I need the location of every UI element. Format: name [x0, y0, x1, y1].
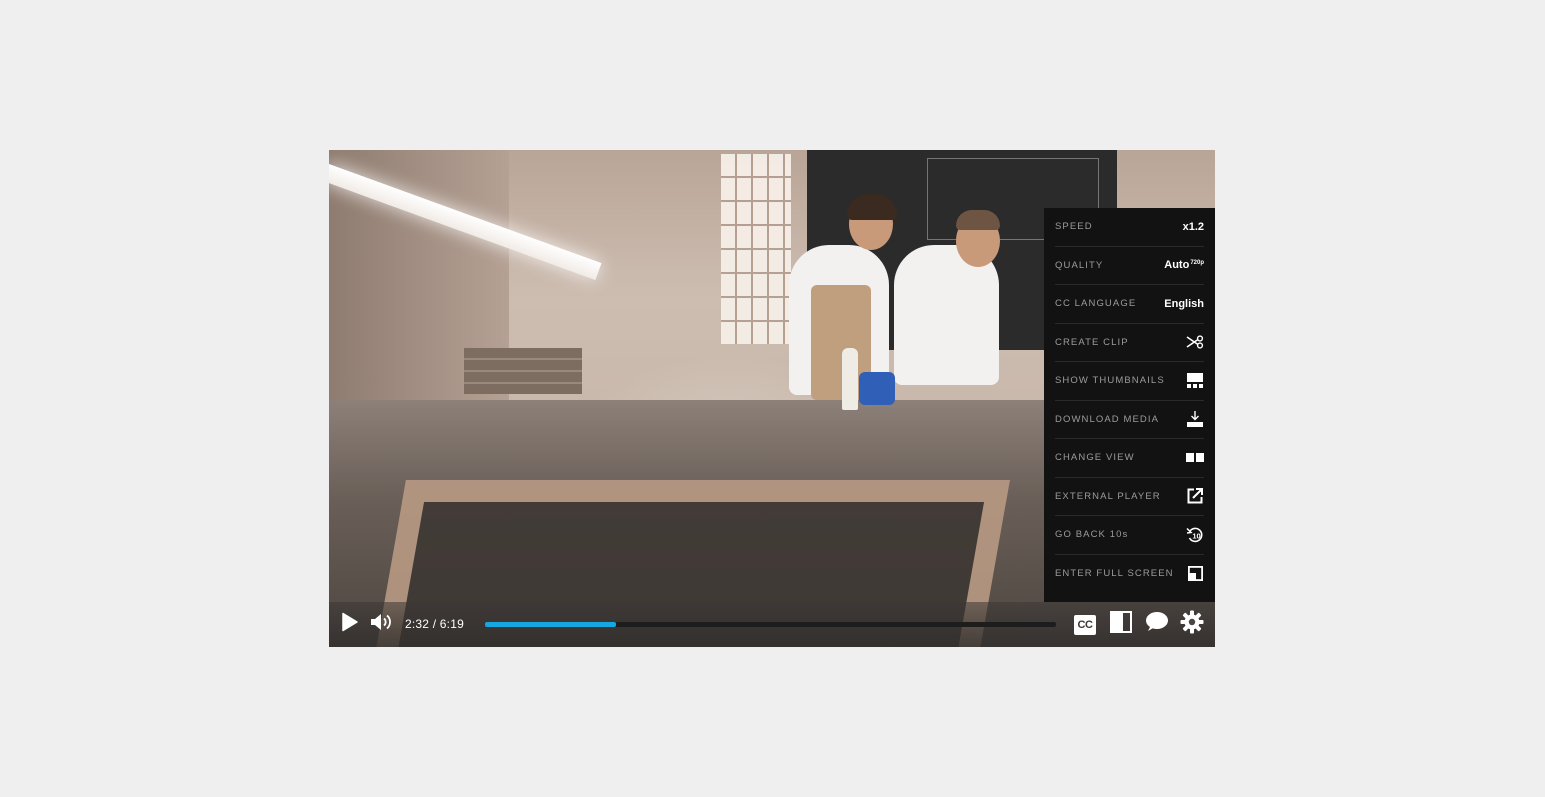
control-bar: 2:32 / 6:19 CC: [329, 602, 1215, 647]
scene-tape-dispenser: [859, 372, 895, 405]
layout-icon: [1110, 611, 1132, 638]
menu-item-speed[interactable]: SPEED x1.2: [1055, 208, 1204, 247]
progress-bar[interactable]: [485, 622, 1056, 627]
play-button[interactable]: [339, 602, 361, 647]
scene-boards: [464, 348, 582, 394]
menu-item-label: DOWNLOAD MEDIA: [1055, 413, 1160, 425]
svg-text:10: 10: [1192, 531, 1200, 540]
time-separator: /: [432, 617, 437, 631]
progress-fill: [485, 622, 617, 627]
menu-item-label: EXTERNAL PLAYER: [1055, 490, 1161, 502]
chat-button[interactable]: [1144, 602, 1170, 647]
menu-item-enter-full-screen[interactable]: ENTER FULL SCREEN: [1055, 555, 1204, 594]
settings-button[interactable]: [1179, 602, 1205, 647]
menu-item-create-clip[interactable]: CREATE CLIP: [1055, 324, 1204, 362]
cc-label: CC: [1077, 618, 1093, 631]
speed-value: x1.2: [1182, 220, 1204, 233]
change-view-icon: [1186, 449, 1204, 467]
menu-item-label: SHOW THUMBNAILS: [1055, 375, 1165, 387]
menu-item-label: CREATE CLIP: [1055, 336, 1129, 348]
menu-item-change-view[interactable]: CHANGE VIEW: [1055, 439, 1204, 478]
cc-language-value: English: [1164, 297, 1204, 310]
menu-item-label: CC LANGUAGE: [1055, 298, 1137, 310]
menu-item-download-media[interactable]: DOWNLOAD MEDIA: [1055, 401, 1204, 439]
rewind-10-icon: 10: [1186, 526, 1204, 544]
menu-item-cc-language[interactable]: CC LANGUAGE English: [1055, 285, 1204, 324]
menu-item-go-back-10s[interactable]: GO BACK 10s 10: [1055, 516, 1204, 555]
thumbnails-icon: [1186, 372, 1204, 390]
video-player[interactable]: SPEED x1.2 QUALITY Auto720p CC LANGUAGE …: [329, 150, 1215, 647]
volume-button[interactable]: [369, 602, 395, 647]
layout-button[interactable]: [1109, 602, 1133, 647]
quality-resolution: 720p: [1190, 259, 1204, 266]
duration: 6:19: [439, 617, 464, 631]
menu-item-show-thumbnails[interactable]: SHOW THUMBNAILS: [1055, 362, 1204, 401]
menu-item-external-player[interactable]: EXTERNAL PLAYER: [1055, 478, 1204, 516]
quality-value: Auto720p: [1164, 259, 1204, 271]
download-icon: [1186, 410, 1204, 428]
current-time: 2:32: [405, 617, 430, 631]
cc-icon: CC: [1074, 614, 1096, 635]
scene-window: [721, 154, 791, 344]
scene-hair-right: [956, 210, 1000, 230]
quality-value-text: Auto: [1164, 259, 1190, 272]
scissors-icon: [1186, 333, 1204, 351]
volume-icon: [370, 613, 394, 636]
gear-icon: [1180, 610, 1204, 639]
menu-item-label: QUALITY: [1055, 259, 1104, 271]
menu-item-label: SPEED: [1055, 221, 1093, 233]
menu-item-label: CHANGE VIEW: [1055, 452, 1135, 464]
chat-icon: [1145, 611, 1169, 638]
external-link-icon: [1186, 487, 1204, 505]
play-icon: [341, 612, 359, 637]
fullscreen-icon: [1186, 565, 1204, 583]
menu-item-quality[interactable]: QUALITY Auto720p: [1055, 247, 1204, 285]
menu-item-label: ENTER FULL SCREEN: [1055, 568, 1174, 580]
cc-button[interactable]: CC: [1073, 602, 1097, 647]
settings-menu: SPEED x1.2 QUALITY Auto720p CC LANGUAGE …: [1044, 208, 1215, 602]
time-display: 2:32 / 6:19: [405, 617, 464, 631]
scene-bottle: [842, 348, 858, 410]
menu-item-label: GO BACK 10s: [1055, 529, 1129, 541]
